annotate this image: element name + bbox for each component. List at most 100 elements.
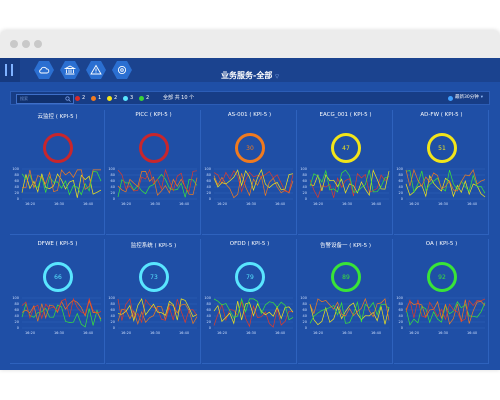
x-tick-label: 16:40 <box>467 202 477 206</box>
y-tick-label: 80 <box>15 302 19 306</box>
y-tick-label: 100 <box>396 167 403 171</box>
search-input[interactable]: 搜索 <box>16 94 74 104</box>
y-tick-label: 0 <box>113 197 115 201</box>
y-tick-label: 80 <box>303 173 307 177</box>
status-filter-major[interactable]: 1 <box>91 93 101 103</box>
status-dot <box>107 95 112 101</box>
y-tick-label: 0 <box>17 197 19 201</box>
kpi-card-title: PICC ( KPI-5 ) <box>135 112 172 118</box>
y-tick-label: 40 <box>303 185 307 189</box>
kpi-card[interactable]: AD-FW ( KPI-5 ) 51 0 20 40 60 80 100 16:20 16:30 1… <box>394 110 489 235</box>
kpi-trend-chart: 0 20 40 60 80 100 16:20 16:30 16:40 <box>108 167 198 206</box>
dashboard: 业务服务-全部 ▽ 搜索 2 1 2 3 2 全部 共 10 个 最新30分钟 … <box>0 58 500 370</box>
status-filter-warning[interactable]: 3 <box>123 93 133 103</box>
status-filter-normal[interactable]: 2 <box>139 93 149 103</box>
x-tick-label: 16:30 <box>342 202 352 206</box>
x-tick-label: 16:20 <box>25 331 35 335</box>
kpi-series-line <box>309 172 390 199</box>
y-tick-label: 40 <box>15 185 19 189</box>
window-dot[interactable] <box>22 40 30 48</box>
y-tick-label: 100 <box>108 167 115 171</box>
chevron-down-icon: ▽ <box>275 74 279 80</box>
y-tick-label: 20 <box>399 191 403 195</box>
y-tick-label: 0 <box>305 326 307 330</box>
health-score-ring: 51 <box>427 133 457 163</box>
health-score-value: 47 <box>342 144 350 152</box>
status-dot <box>139 95 144 101</box>
y-tick-label: 80 <box>207 173 211 177</box>
health-score-ring: 66 <box>43 262 73 292</box>
health-score-ring: 73 <box>139 262 169 292</box>
kpi-card-title: 云监控 ( KPI-5 ) <box>37 114 78 120</box>
y-tick-label: 60 <box>15 179 19 183</box>
health-score-ring: 30 <box>235 133 265 163</box>
kpi-card[interactable]: EACG_001 ( KPI-5 ) 47 0 20 40 60 80 100 16:20 16:… <box>298 110 393 235</box>
browser-chrome <box>0 30 500 58</box>
time-range-select[interactable]: 最新30分钟 ▾ <box>448 94 483 102</box>
y-tick-label: 0 <box>209 197 211 201</box>
health-score-ring: 89 <box>331 262 361 292</box>
window-dot[interactable] <box>10 40 18 48</box>
window-dot[interactable] <box>34 40 42 48</box>
y-tick-label: 100 <box>396 296 403 300</box>
y-tick-label: 100 <box>204 167 211 171</box>
y-tick-label: 100 <box>300 296 307 300</box>
time-range-label: 最新30分钟 <box>455 95 479 100</box>
page-title[interactable]: 业务服务-全部 ▽ <box>0 70 500 81</box>
kpi-card[interactable]: 告警设备一 ( KPI-5 ) 89 0 20 40 60 80 100 16:20 16:30 1… <box>298 239 393 364</box>
kpi-trend-chart: 0 20 40 60 80 100 16:20 16:30 16:40 <box>204 296 294 335</box>
kpi-card[interactable]: OA ( KPI-5 ) 92 0 20 40 60 80 100 16:20 16:30 16:4… <box>394 239 489 364</box>
status-dot <box>75 95 80 101</box>
x-tick-label: 16:30 <box>438 202 448 206</box>
y-tick-label: 40 <box>111 314 115 318</box>
kpi-grid: 云监控 ( KPI-5 ) 0 20 40 60 80 100 16:20 16:30 16:40… <box>10 110 489 368</box>
health-score-ring <box>139 133 169 163</box>
x-tick-label: 16:20 <box>121 202 131 206</box>
search-icon[interactable] <box>65 96 71 102</box>
health-score-value: 73 <box>150 273 158 281</box>
y-tick-label: 20 <box>207 320 211 324</box>
kpi-trend-chart: 0 20 40 60 80 100 16:20 16:30 16:40 <box>396 296 486 335</box>
x-tick-label: 16:40 <box>371 331 381 335</box>
kpi-card[interactable]: 监控系统 ( KPI-5 ) 73 0 20 40 60 80 100 16:20 16:30 16… <box>106 239 201 364</box>
health-score-value <box>142 136 166 160</box>
kpi-card-title: DFWE ( KPI-5 ) <box>37 241 78 247</box>
kpi-card[interactable]: 云监控 ( KPI-5 ) 0 20 40 60 80 100 16:20 16:30 16:40 <box>10 110 105 235</box>
y-tick-label: 20 <box>207 191 211 195</box>
kpi-series-line <box>213 170 294 193</box>
health-score-ring <box>43 133 73 163</box>
status-dot <box>123 95 128 101</box>
kpi-trend-chart: 0 20 40 60 80 100 16:20 16:30 16:40 <box>300 167 390 206</box>
kpi-card[interactable]: OFDD ( KPI-5 ) 79 0 20 40 60 80 100 16:20 16:30 16… <box>202 239 297 364</box>
health-score-value: 89 <box>342 273 350 281</box>
filter-bar: 搜索 2 1 2 3 2 全部 共 10 个 最新30分钟 ▾ <box>10 91 490 105</box>
y-tick-label: 20 <box>303 191 307 195</box>
y-tick-label: 40 <box>399 314 403 318</box>
total-summary: 全部 共 10 个 <box>163 95 195 101</box>
health-score-value: 66 <box>54 273 62 281</box>
y-tick-label: 80 <box>111 173 115 177</box>
status-filter-critical[interactable]: 2 <box>75 93 85 103</box>
kpi-card[interactable]: AS-001 ( KPI-5 ) 30 0 20 40 60 80 100 16:20 16:30… <box>202 110 297 235</box>
y-tick-label: 20 <box>15 191 19 195</box>
kpi-trend-chart: 0 20 40 60 80 100 16:20 16:30 16:40 <box>12 167 102 206</box>
y-tick-label: 80 <box>303 302 307 306</box>
kpi-trend-chart: 0 20 40 60 80 100 16:20 16:30 16:40 <box>300 296 390 335</box>
y-tick-label: 40 <box>111 185 115 189</box>
health-score-value: 51 <box>438 144 446 152</box>
kpi-card-title: OA ( KPI-5 ) <box>425 241 458 247</box>
kpi-series-line <box>405 168 486 192</box>
status-filter-minor[interactable]: 2 <box>107 93 117 103</box>
y-tick-label: 20 <box>111 320 115 324</box>
x-tick-label: 16:20 <box>409 331 419 335</box>
y-tick-label: 100 <box>12 167 19 171</box>
x-tick-label: 16:40 <box>83 331 93 335</box>
status-count: 3 <box>130 95 134 101</box>
y-tick-label: 60 <box>207 179 211 183</box>
kpi-card[interactable]: DFWE ( KPI-5 ) 66 0 20 40 60 80 100 16:20 16:30 16… <box>10 239 105 364</box>
x-tick-label: 16:30 <box>150 331 160 335</box>
x-tick-label: 16:20 <box>217 331 227 335</box>
health-score-ring: 92 <box>427 262 457 292</box>
y-tick-label: 0 <box>113 326 115 330</box>
kpi-card[interactable]: PICC ( KPI-5 ) 0 20 40 60 80 100 16:20 16:30 16:4… <box>106 110 201 235</box>
